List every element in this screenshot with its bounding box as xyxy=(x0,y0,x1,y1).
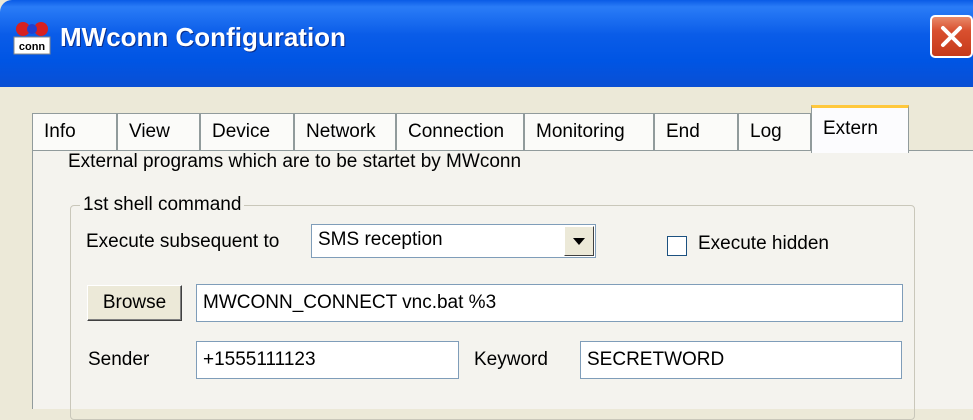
command-input[interactable] xyxy=(197,285,902,321)
sender-label: Sender xyxy=(88,349,150,370)
mwconn-app-icon: conn xyxy=(13,22,51,55)
keyword-input[interactable] xyxy=(581,342,901,378)
tab-view[interactable]: View xyxy=(117,113,200,150)
tab-end[interactable]: End xyxy=(654,113,738,150)
tab-log[interactable]: Log xyxy=(738,113,811,150)
tab-extern[interactable]: Extern xyxy=(811,105,909,153)
dropdown-button[interactable] xyxy=(564,226,594,256)
tab-monitoring[interactable]: Monitoring xyxy=(524,113,654,150)
tab-connection[interactable]: Connection xyxy=(396,113,524,150)
keyword-field[interactable] xyxy=(580,341,902,379)
title-bar[interactable]: conn MWconn Configuration xyxy=(0,0,973,87)
command-field[interactable] xyxy=(196,284,903,322)
group-title: 1st shell command xyxy=(80,194,245,216)
tab-network[interactable]: Network xyxy=(294,113,396,150)
execute-label: Execute subsequent to xyxy=(86,231,280,252)
close-button[interactable] xyxy=(930,15,973,58)
chevron-down-icon xyxy=(573,238,585,245)
svg-text:conn: conn xyxy=(19,41,46,53)
window-title: MWconn Configuration xyxy=(60,22,346,52)
tab-info[interactable]: Info xyxy=(32,113,117,150)
execute-hidden-label: Execute hidden xyxy=(698,233,829,254)
execute-trigger-select[interactable]: SMS reception xyxy=(311,224,596,258)
window-client-area: Info View Device Network Connection Moni… xyxy=(0,87,973,420)
browse-button[interactable]: Browse xyxy=(87,285,182,321)
sender-input[interactable] xyxy=(197,342,458,378)
execute-hidden-checkbox[interactable] xyxy=(667,236,687,256)
panel-description: External programs which are to be starte… xyxy=(68,151,522,172)
close-icon xyxy=(941,26,962,47)
tab-device[interactable]: Device xyxy=(200,113,294,150)
execute-trigger-value: SMS reception xyxy=(318,229,443,250)
sender-field[interactable] xyxy=(196,341,459,379)
keyword-label: Keyword xyxy=(474,349,548,370)
